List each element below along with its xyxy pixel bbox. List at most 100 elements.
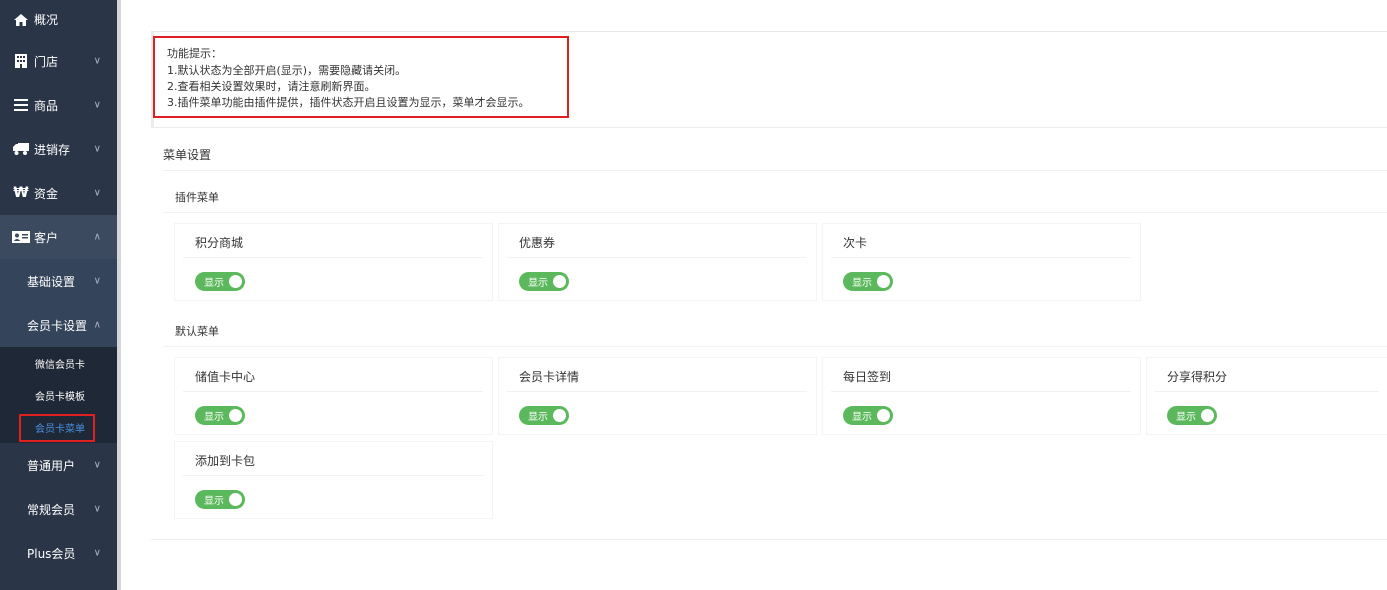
sidebar-item-label: 进销存 (34, 142, 71, 157)
won-icon: ₩ (13, 185, 29, 201)
divider (831, 391, 1131, 392)
id-card-icon (12, 231, 30, 243)
chevron-down-icon: ∨ (93, 275, 101, 287)
sidebar-leaf-wechat-card[interactable]: 微信会员卡 (0, 347, 117, 379)
divider (183, 475, 483, 476)
tips-line: 1.默认状态为全部开启(显示)，需要隐藏请关闭。 (167, 64, 407, 77)
sidebar-item-label: 资金 (34, 186, 59, 201)
building-icon (12, 54, 30, 68)
toggle-knob (1201, 409, 1214, 422)
chevron-down-icon: ∨ (93, 187, 101, 199)
default-group-title: 默认菜单 (175, 325, 219, 338)
divider (507, 257, 807, 258)
card-label: 储值卡中心 (195, 370, 256, 384)
chevron-down-icon: ∨ (93, 503, 101, 515)
sidebar-subitem-normal-users[interactable]: 普通用户 ∨ (0, 443, 117, 487)
menu-card-stored-value: 储值卡中心 显示 (175, 358, 492, 434)
visibility-toggle[interactable]: 显示 (195, 490, 245, 509)
menu-card-card-details: 会员卡详情 显示 (499, 358, 816, 434)
divider (1155, 391, 1379, 392)
truck-icon (12, 143, 30, 155)
visibility-toggle[interactable]: 显示 (843, 272, 893, 291)
tips-title: 功能提示： (167, 47, 222, 60)
toggle-knob (229, 409, 242, 422)
divider (183, 391, 483, 392)
home-icon (12, 13, 30, 26)
plugin-group-title: 插件菜单 (175, 191, 219, 204)
sidebar-item-label: 会员卡模板 (35, 391, 85, 403)
menu-settings-panel: 菜单设置 插件菜单 积分商城 显示 优惠券 显示 次卡 显示 默认菜单 储值卡中… (151, 134, 1387, 540)
sidebar-subitem-card-settings[interactable]: 会员卡设置 ∧ (0, 303, 117, 347)
tips-line: 2.查看相关设置效果时，请注意刷新界面。 (167, 80, 376, 93)
visibility-toggle[interactable]: 显示 (195, 406, 245, 425)
card-label: 优惠券 (519, 236, 556, 250)
tips-box: 功能提示： 1.默认状态为全部开启(显示)，需要隐藏请关闭。 2.查看相关设置效… (153, 36, 569, 118)
sidebar-item-label: 门店 (34, 54, 59, 69)
divider (163, 212, 1387, 213)
divider (163, 346, 1387, 347)
sidebar-item-label: 客户 (34, 230, 59, 245)
highlight-box (19, 414, 95, 442)
sidebar-subitem-regular-members[interactable]: 常规会员 ∨ (0, 487, 117, 531)
visibility-toggle[interactable]: 显示 (843, 406, 893, 425)
visibility-toggle[interactable]: 显示 (519, 406, 569, 425)
toggle-label: 显示 (852, 278, 872, 289)
toggle-label: 显示 (852, 412, 872, 423)
card-label: 次卡 (843, 236, 868, 250)
menu-card-share-points: 分享得积分 显示 (1147, 358, 1387, 434)
visibility-toggle[interactable]: 显示 (519, 272, 569, 291)
sidebar-item-label: 基础设置 (27, 274, 76, 289)
toggle-knob (877, 275, 890, 288)
sidebar-item-funds[interactable]: ₩ 资金 ∨ (0, 171, 117, 215)
menu-card-points-mall: 积分商城 显示 (175, 224, 492, 300)
sidebar-item-label: 概况 (34, 13, 59, 27)
sidebar-item-label: 会员卡设置 (27, 318, 88, 333)
sidebar-leaf-card-template[interactable]: 会员卡模板 (0, 379, 117, 411)
divider (831, 257, 1131, 258)
sidebar-item-label: Plus会员 (27, 546, 76, 561)
sidebar-item-overview[interactable]: 概况 (0, 0, 117, 39)
toggle-knob (877, 409, 890, 422)
card-label: 分享得积分 (1167, 370, 1228, 384)
toggle-knob (553, 409, 566, 422)
sidebar-divider (117, 0, 121, 590)
toggle-knob (229, 275, 242, 288)
menu-card-add-to-wallet: 添加到卡包 显示 (175, 442, 492, 518)
sidebar-item-customer[interactable]: 客户 ∧ (0, 215, 117, 259)
chevron-down-icon: ∨ (93, 143, 101, 155)
menu-card-coupon: 优惠券 显示 (499, 224, 816, 300)
toggle-label: 显示 (204, 278, 224, 289)
sidebar-item-label: 普通用户 (27, 458, 76, 473)
visibility-toggle[interactable]: 显示 (195, 272, 245, 291)
chevron-down-icon: ∨ (93, 55, 101, 67)
toggle-label: 显示 (528, 278, 548, 289)
sidebar-subitem-basic-settings[interactable]: 基础设置 ∨ (0, 259, 117, 303)
toggle-label: 显示 (1176, 412, 1196, 423)
card-label: 会员卡详情 (519, 370, 580, 384)
card-label: 添加到卡包 (195, 454, 256, 468)
divider (163, 170, 1387, 171)
card-label: 积分商城 (195, 236, 244, 250)
sidebar-item-inventory[interactable]: 进销存 ∨ (0, 127, 117, 171)
chevron-down-icon: ∨ (93, 459, 101, 471)
visibility-toggle[interactable]: 显示 (1167, 406, 1217, 425)
toggle-label: 显示 (528, 412, 548, 423)
tips-line: 3.插件菜单功能由插件提供，插件状态开启且设置为显示，菜单才会显示。 (167, 96, 530, 109)
sidebar-item-label: 微信会员卡 (35, 359, 85, 371)
toggle-knob (229, 493, 242, 506)
chevron-down-icon: ∨ (93, 99, 101, 111)
chevron-down-icon: ∨ (93, 547, 101, 559)
sidebar-item-goods[interactable]: 商品 ∨ (0, 83, 117, 127)
chevron-up-icon: ∧ (93, 231, 101, 243)
toggle-label: 显示 (204, 496, 224, 507)
toggle-label: 显示 (204, 412, 224, 423)
menu-card-daily-checkin: 每日签到 显示 (823, 358, 1140, 434)
card-label: 每日签到 (843, 370, 892, 384)
toggle-knob (553, 275, 566, 288)
menu-card-times-card: 次卡 显示 (823, 224, 1140, 300)
sidebar-subitem-plus-members[interactable]: Plus会员 ∨ (0, 531, 117, 575)
list-icon (12, 99, 30, 111)
sidebar-item-label: 常规会员 (27, 502, 76, 517)
sidebar-item-store[interactable]: 门店 ∨ (0, 39, 117, 83)
divider (183, 257, 483, 258)
